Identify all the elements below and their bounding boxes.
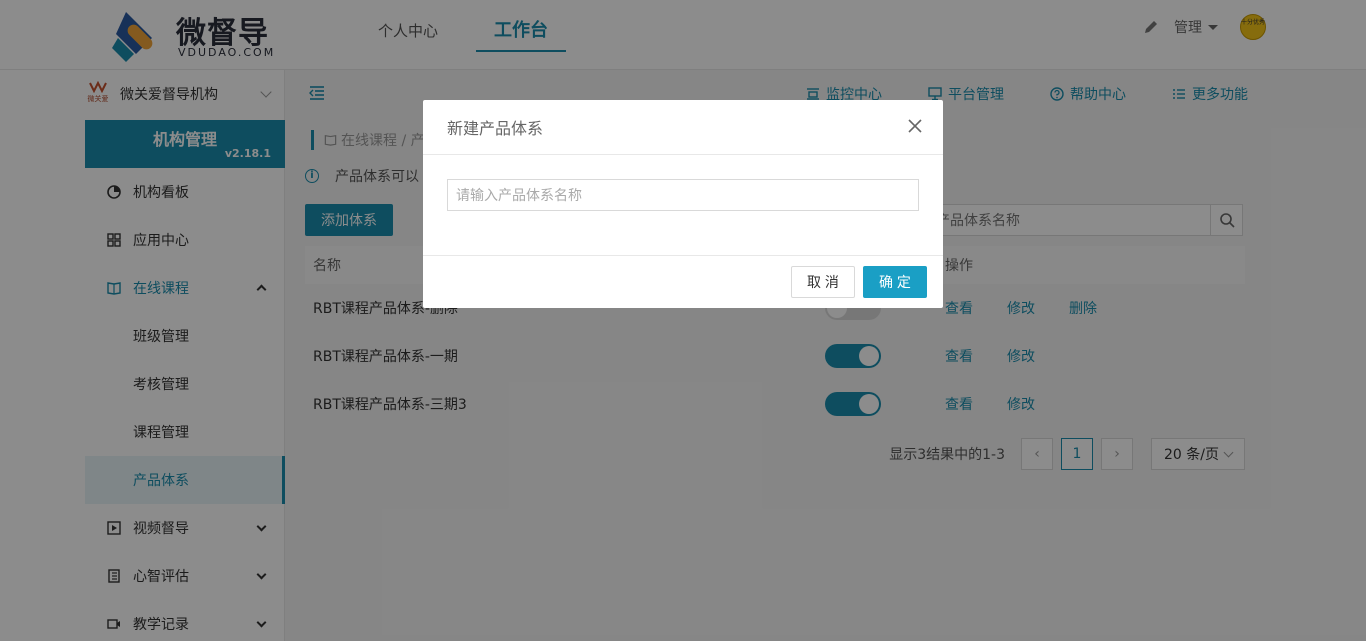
new-product-system-dialog: 新建产品体系 取 消 确 定 bbox=[423, 100, 943, 308]
dialog-title: 新建产品体系 bbox=[447, 119, 544, 138]
dialog-body bbox=[423, 155, 943, 255]
close-icon[interactable] bbox=[907, 118, 923, 134]
product-system-name-input[interactable] bbox=[447, 179, 919, 211]
confirm-button[interactable]: 确 定 bbox=[863, 266, 927, 298]
modal-overlay[interactable] bbox=[0, 0, 1366, 641]
cancel-button[interactable]: 取 消 bbox=[791, 266, 855, 298]
dialog-header: 新建产品体系 bbox=[423, 100, 943, 155]
dialog-footer: 取 消 确 定 bbox=[423, 255, 943, 308]
